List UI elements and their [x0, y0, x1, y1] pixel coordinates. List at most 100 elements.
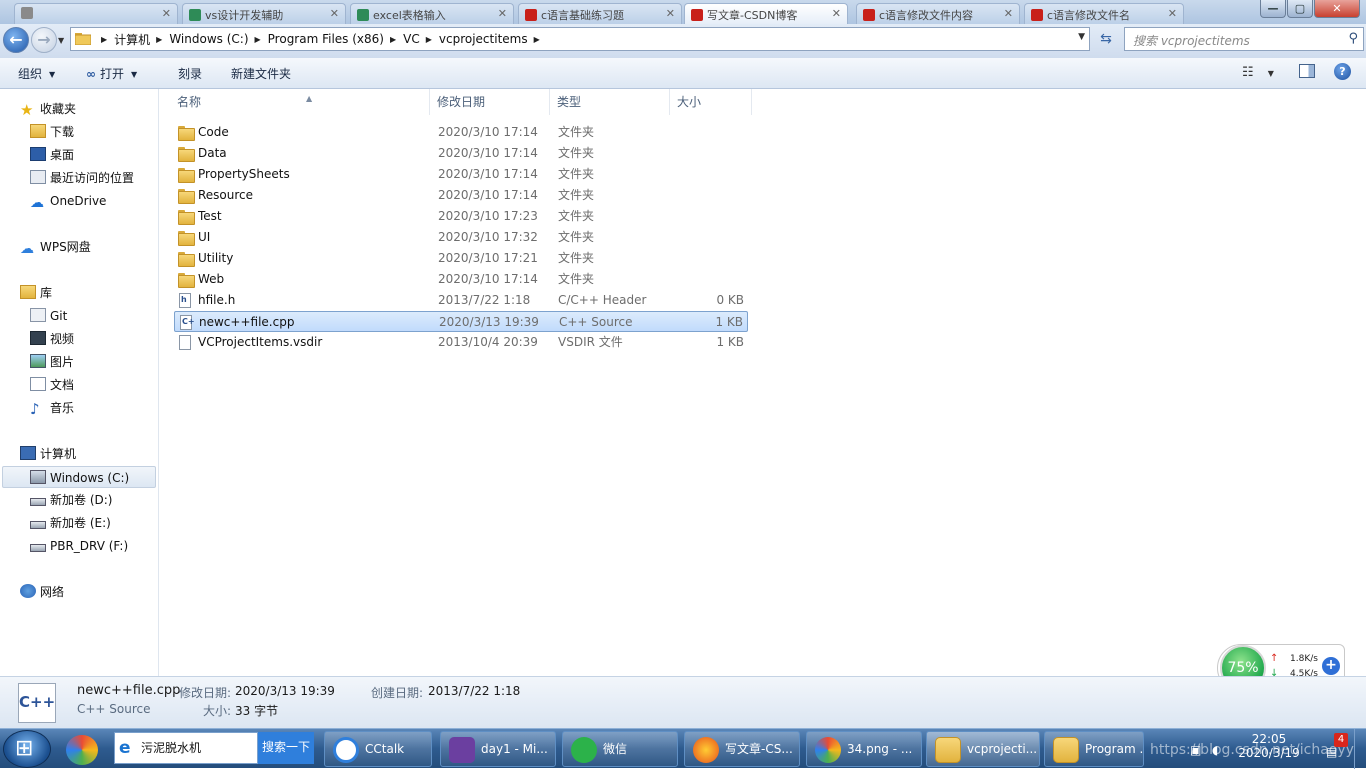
browser-tab[interactable]: ✕: [14, 3, 178, 24]
browser-tab[interactable]: c语言基础练习题 ✕: [518, 3, 682, 24]
start-button[interactable]: [3, 730, 51, 768]
nav-favorites[interactable]: ★ 收藏夹: [20, 98, 76, 120]
taskbar-app-explorer-active[interactable]: vcprojecti...: [926, 731, 1040, 767]
refresh-icon[interactable]: ⇆: [1094, 29, 1118, 51]
nav-onedrive[interactable]: ☁ OneDrive: [30, 190, 106, 212]
chevron-right-icon[interactable]: ▶: [534, 35, 540, 44]
column-header-name[interactable]: 名称 ▲: [170, 89, 430, 115]
file-row[interactable]: UI 2020/3/10 17:32 文件夹: [174, 227, 748, 248]
nav-video[interactable]: 视频: [30, 328, 74, 350]
column-header-date[interactable]: 修改日期: [430, 89, 550, 115]
open-button[interactable]: ∞ 打开 ▼: [86, 65, 137, 82]
nav-drive-f[interactable]: PBR_DRV (F:): [30, 535, 128, 557]
address-bar[interactable]: ▶ 计算机 ▶ Windows (C:) ▶ Program Files (x8…: [70, 27, 1090, 51]
nav-downloads[interactable]: 下载: [30, 121, 74, 143]
notification-icon[interactable]: ▤: [1326, 745, 1337, 759]
accelerate-icon[interactable]: +: [1322, 657, 1340, 675]
taskbar-app-visual-studio[interactable]: day1 - Mi...: [440, 731, 556, 767]
nav-drive-d[interactable]: 新加卷 (D:): [30, 489, 112, 511]
file-row[interactable]: Data 2020/3/10 17:14 文件夹: [174, 143, 748, 164]
breadcrumb-item[interactable]: vcprojectitems: [439, 32, 528, 46]
chevron-right-icon[interactable]: ▶: [426, 35, 432, 44]
nav-recent[interactable]: 最近访问的位置: [30, 167, 134, 189]
taskbar-app-paint[interactable]: 34.png - ...: [806, 731, 922, 767]
nav-wps[interactable]: ☁ WPS网盘: [20, 236, 91, 258]
organize-button[interactable]: 组织 ▼: [18, 65, 55, 82]
back-button[interactable]: ←: [3, 27, 29, 53]
chevron-right-icon[interactable]: ▶: [255, 35, 261, 44]
address-dropdown-icon[interactable]: ▼: [1078, 32, 1085, 42]
column-header-size[interactable]: 大小: [670, 89, 752, 115]
browser-tab-active[interactable]: 写文章-CSDN博客 ✕: [684, 3, 848, 24]
tab-close-icon[interactable]: ✕: [1004, 7, 1013, 20]
app-launcher-icon[interactable]: [66, 735, 98, 765]
nav-library[interactable]: 库: [20, 282, 52, 304]
chevron-right-icon[interactable]: ▶: [156, 35, 162, 44]
breadcrumb-item[interactable]: Program Files (x86): [268, 32, 384, 46]
new-folder-button[interactable]: 新建文件夹: [231, 65, 291, 82]
search-input[interactable]: 搜索 vcprojectitems ⚲: [1124, 27, 1364, 51]
taskbar-app-cctalk[interactable]: CCtalk: [324, 731, 432, 767]
file-row[interactable]: Test 2020/3/10 17:23 文件夹: [174, 206, 748, 227]
browser-tab[interactable]: vs设计开发辅助 ✕: [182, 3, 346, 24]
preview-pane-icon[interactable]: [1299, 64, 1315, 78]
breadcrumb-item[interactable]: Windows (C:): [169, 32, 248, 46]
nav-documents[interactable]: 文档: [30, 374, 74, 396]
file-row[interactable]: h hfile.h 2013/7/22 1:18 C/C++ Header 0 KB: [174, 290, 748, 311]
burn-button[interactable]: 刻录: [178, 65, 202, 82]
minimize-button[interactable]: —: [1260, 0, 1286, 18]
file-row[interactable]: Resource 2020/3/10 17:14 文件夹: [174, 185, 748, 206]
nav-computer[interactable]: 计算机: [20, 443, 76, 465]
view-options-icon[interactable]: ☷ ▼: [1242, 65, 1274, 80]
file-row[interactable]: VCProjectItems.vsdir 2013/10/4 20:39 VSDIR…: [174, 332, 748, 353]
taskbar-app-wechat[interactable]: 微信: [562, 731, 678, 767]
tab-favicon: [863, 9, 875, 21]
search-placeholder: 搜索 vcprojectitems: [1133, 34, 1250, 48]
tab-close-icon[interactable]: ✕: [330, 7, 339, 20]
file-size: 1 KB: [716, 335, 744, 349]
nav-music[interactable]: ♪ 音乐: [30, 397, 74, 419]
close-window-button[interactable]: ✕: [1314, 0, 1360, 18]
tab-favicon: [1031, 9, 1043, 21]
browser-tab[interactable]: c语言修改文件名 ✕: [1024, 3, 1184, 24]
clock[interactable]: 22:05 2020/3/19: [1234, 732, 1304, 760]
volume-icon[interactable]: ◖: [1212, 743, 1218, 757]
file-row[interactable]: Utility 2020/3/10 17:21 文件夹: [174, 248, 748, 269]
nav-desktop[interactable]: 桌面: [30, 144, 74, 166]
taskbar-search-button[interactable]: 搜索一下: [258, 732, 314, 764]
nav-drive-e[interactable]: 新加卷 (E:): [30, 512, 111, 534]
show-desktop-button[interactable]: [1354, 729, 1366, 769]
chevron-right-icon[interactable]: ▶: [390, 35, 396, 44]
taskbar-app-firefox[interactable]: 写文章-CS...: [684, 731, 800, 767]
tray-monitor-icon[interactable]: ▣: [1190, 743, 1201, 757]
browser-tab[interactable]: c语言修改文件内容 ✕: [856, 3, 1020, 24]
file-row[interactable]: PropertySheets 2020/3/10 17:14 文件夹: [174, 164, 748, 185]
breadcrumb-item[interactable]: 计算机: [114, 31, 150, 48]
help-icon[interactable]: ?: [1334, 63, 1351, 80]
nav-network[interactable]: 网络: [20, 581, 64, 603]
tab-close-icon[interactable]: ✕: [832, 7, 841, 20]
breadcrumb-item[interactable]: VC: [403, 32, 420, 46]
file-row-selected[interactable]: C+ newc++file.cpp 2020/3/13 19:39 C++ Sourc…: [174, 311, 748, 332]
taskbar-search-input[interactable]: e 污泥脱水机: [114, 732, 258, 764]
nav-git[interactable]: Git: [30, 305, 67, 327]
history-dropdown-icon[interactable]: ▼: [58, 36, 64, 45]
taskbar-app-explorer[interactable]: Program ...: [1044, 731, 1144, 767]
tab-close-icon[interactable]: ✕: [1168, 7, 1177, 20]
tab-close-icon[interactable]: ✕: [162, 7, 171, 20]
column-header-type[interactable]: 类型: [550, 89, 670, 115]
details-filename: newc++file.cpp: [77, 683, 181, 698]
browser-tab[interactable]: excel表格输入 ✕: [350, 3, 514, 24]
nav-pictures[interactable]: 图片: [30, 351, 74, 373]
chevron-right-icon[interactable]: ▶: [101, 35, 107, 44]
search-icon[interactable]: ⚲: [1348, 31, 1358, 46]
forward-button[interactable]: →: [31, 27, 57, 53]
nav-drive-c[interactable]: Windows (C:): [2, 466, 156, 488]
tab-close-icon[interactable]: ✕: [666, 7, 675, 20]
breadcrumb: ▶ 计算机 ▶ Windows (C:) ▶ Program Files (x8…: [95, 28, 547, 50]
firefox-icon: [693, 737, 719, 763]
file-row[interactable]: Code 2020/3/10 17:14 文件夹: [174, 122, 748, 143]
maximize-button[interactable]: ▢: [1287, 0, 1313, 18]
tab-close-icon[interactable]: ✕: [498, 7, 507, 20]
file-row[interactable]: Web 2020/3/10 17:14 文件夹: [174, 269, 748, 290]
